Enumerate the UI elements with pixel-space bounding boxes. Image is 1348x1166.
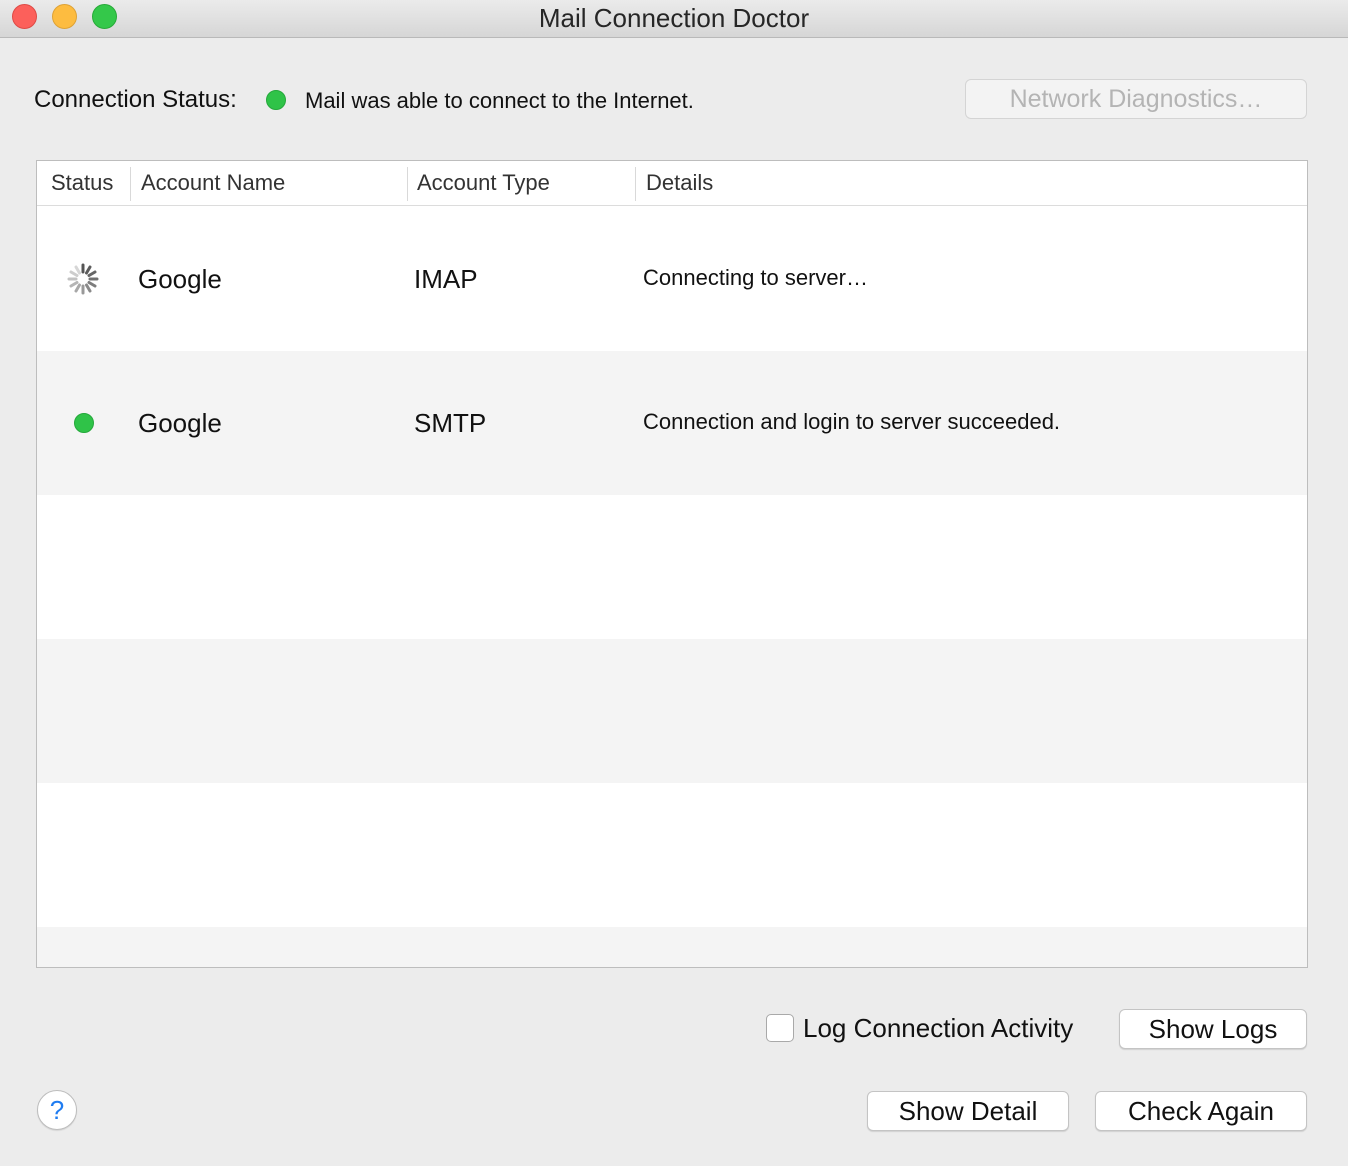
check-again-button[interactable]: Check Again bbox=[1095, 1091, 1307, 1131]
account-type-cell: IMAP bbox=[414, 264, 478, 294]
column-separator[interactable] bbox=[635, 167, 636, 201]
table-header: Status Account Name Account Type Details bbox=[37, 161, 1307, 206]
table-row[interactable]: Google IMAP Connecting to server… bbox=[37, 207, 1307, 351]
account-type-cell: SMTP bbox=[414, 408, 487, 438]
column-header-account-type[interactable]: Account Type bbox=[417, 170, 550, 196]
empty-table-row bbox=[37, 495, 1307, 639]
network-diagnostics-button[interactable]: Network Diagnostics… bbox=[965, 79, 1307, 119]
table-row[interactable]: Google SMTP Connection and login to serv… bbox=[37, 351, 1307, 495]
column-header-status[interactable]: Status bbox=[51, 170, 113, 196]
details-cell: Connecting to server… bbox=[643, 265, 868, 290]
mail-connection-doctor-window: Mail Connection Doctor Connection Status… bbox=[0, 0, 1348, 1166]
title-bar[interactable]: Mail Connection Doctor bbox=[0, 0, 1348, 38]
accounts-table: Status Account Name Account Type Details bbox=[36, 160, 1308, 968]
log-connection-activity-checkbox[interactable] bbox=[766, 1014, 794, 1042]
details-cell: Connection and login to server succeeded… bbox=[643, 409, 1061, 434]
account-name-cell: Google bbox=[138, 264, 222, 294]
green-status-dot-icon bbox=[74, 413, 94, 433]
help-icon[interactable]: ? bbox=[37, 1090, 77, 1130]
connection-status-label: Connection Status: bbox=[34, 86, 237, 113]
show-logs-button[interactable]: Show Logs bbox=[1119, 1009, 1307, 1049]
window-title: Mail Connection Doctor bbox=[538, 3, 810, 33]
connection-status-green-dot-icon bbox=[266, 90, 286, 110]
connection-status-message: Mail was able to connect to the Internet… bbox=[305, 88, 694, 113]
column-separator[interactable] bbox=[407, 167, 408, 201]
column-separator[interactable] bbox=[130, 167, 131, 201]
empty-table-row bbox=[37, 783, 1307, 927]
show-detail-button[interactable]: Show Detail bbox=[867, 1091, 1069, 1131]
column-header-account-name[interactable]: Account Name bbox=[141, 170, 285, 196]
column-header-details[interactable]: Details bbox=[646, 170, 713, 196]
empty-table-row bbox=[37, 639, 1307, 783]
account-name-cell: Google bbox=[138, 408, 222, 438]
spinner-icon bbox=[67, 263, 99, 295]
log-connection-activity-label[interactable]: Log Connection Activity bbox=[803, 1013, 1073, 1044]
empty-table-row bbox=[37, 927, 1307, 967]
